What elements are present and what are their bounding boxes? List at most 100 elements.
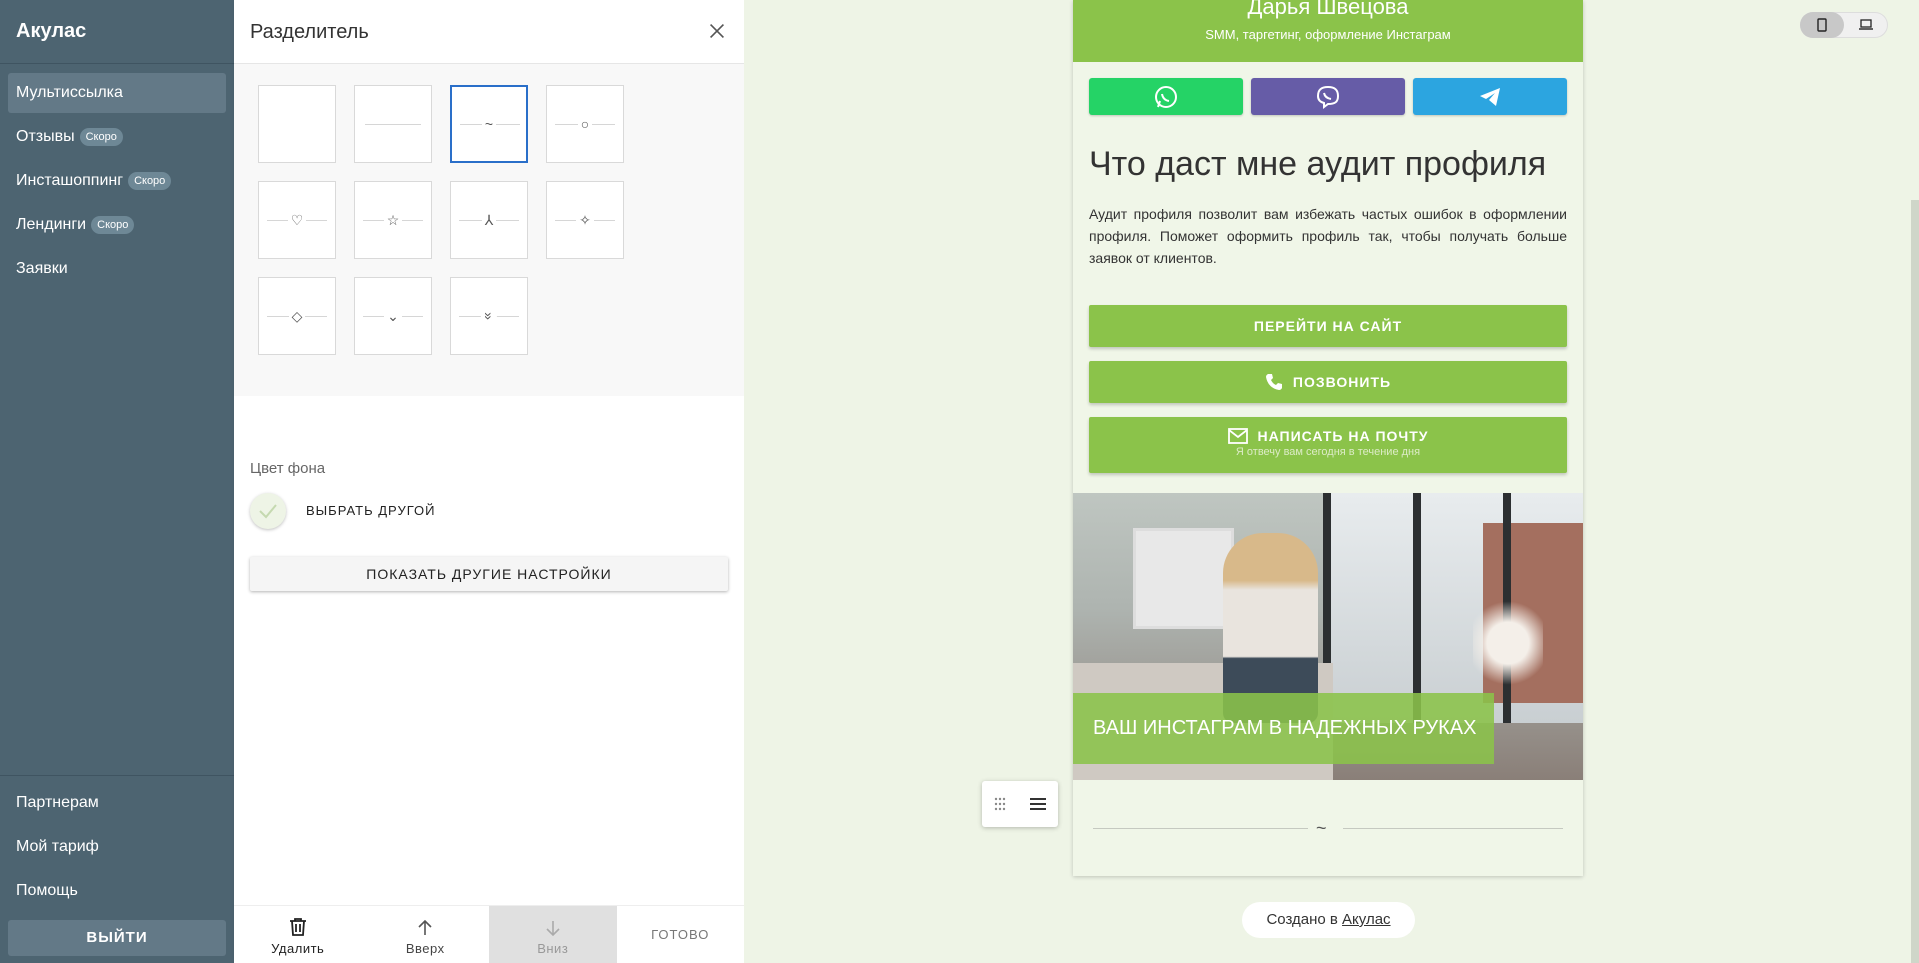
divider-symbol: ♡: [287, 211, 307, 229]
trash-icon: [289, 918, 306, 936]
photo-caption: ВАШ ИНСТАГРАМ В НАДЕЖНЫХ РУКАХ: [1073, 693, 1494, 764]
go-to-site-button[interactable]: ПЕРЕЙТИ НА САЙТ: [1089, 305, 1567, 347]
sidebar-item-tariff[interactable]: Мой тариф: [8, 827, 226, 867]
laptop-icon: [1859, 19, 1873, 30]
delete-button[interactable]: Удалить: [234, 906, 362, 963]
go-to-site-label: ПЕРЕЙТИ НА САЙТ: [1253, 318, 1403, 334]
sidebar-item-label: Лендинги: [16, 216, 87, 233]
hero-photo: ВАШ ИНСТАГРАМ В НАДЕЖНЫХ РУКАХ: [1073, 493, 1583, 780]
divider-option-arrow[interactable]: ⅄: [450, 181, 528, 259]
divider-symbol: ⌄: [384, 307, 402, 325]
sidebar-item-label: Партнерам: [16, 794, 99, 811]
phone-call-icon: [1265, 374, 1282, 390]
sidebar-item-help[interactable]: Помощь: [8, 871, 226, 911]
sidebar-nav: Мультиссылка Отзывы Скоро Инсташоппинг С…: [8, 73, 226, 293]
divider-style-grid: ~ ○ ♡ ☆ ⅄ ✧ ◇ ⌄ »: [234, 64, 744, 396]
block-toolbar: [982, 781, 1058, 827]
done-button[interactable]: ГОТОВО: [617, 906, 745, 963]
created-with-badge: Создано в Акулас: [1242, 902, 1415, 938]
telegram-button[interactable]: [1413, 78, 1567, 115]
soon-badge: Скоро: [91, 216, 135, 234]
preview-scrollbar[interactable]: [1911, 200, 1919, 963]
sidebar-item-landings[interactable]: Лендинги Скоро: [8, 205, 226, 245]
menu-icon[interactable]: [1029, 797, 1047, 811]
show-more-settings-button[interactable]: ПОКАЗАТЬ ДРУГИЕ НАСТРОЙКИ: [250, 557, 728, 591]
sidebar-item-label: Мой тариф: [16, 838, 99, 855]
close-icon[interactable]: [706, 20, 728, 42]
divider-symbol: ◇: [288, 307, 306, 325]
sidebar-divider: [0, 775, 234, 776]
divider-option-line[interactable]: [354, 85, 432, 163]
device-toggle: [1800, 12, 1888, 38]
sidebar-item-label: Инсташоппинг: [16, 172, 124, 189]
divider-option-double-chevron[interactable]: »: [450, 277, 528, 355]
created-link[interactable]: Акулас: [1342, 911, 1391, 928]
soon-badge: Скоро: [128, 172, 172, 190]
profile-subtitle: SMM, таргетинг, оформление Инстаграм: [1205, 27, 1451, 42]
sidebar-divider: [0, 63, 234, 64]
profile-header: Дарья Швецова SMM, таргетинг, оформление…: [1073, 0, 1583, 62]
email-label: НАПИСАТЬ НА ПОЧТУ: [1257, 428, 1429, 444]
move-up-label: Вверх: [405, 941, 445, 956]
email-button[interactable]: НАПИСАТЬ НА ПОЧТУ Я отвечу вам сегодня в…: [1089, 417, 1567, 473]
bg-color-swatch[interactable]: [250, 493, 286, 529]
email-sublabel: Я отвечу вам сегодня в течение дня: [1235, 446, 1421, 458]
viber-icon: [1316, 85, 1340, 109]
sidebar-item-requests[interactable]: Заявки: [8, 249, 226, 289]
call-button[interactable]: ПОЗВОНИТЬ: [1089, 361, 1567, 403]
divider-symbol: ○: [577, 116, 593, 132]
soon-badge: Скоро: [79, 128, 123, 146]
panel-header: Разделитель: [234, 0, 744, 64]
sidebar-bottom-nav: Партнерам Мой тариф Помощь: [8, 783, 226, 915]
divider-option-circle[interactable]: ○: [546, 85, 624, 163]
viber-button[interactable]: [1251, 78, 1405, 115]
section-heading: Что даст мне аудит профиля: [1089, 145, 1547, 183]
divider-preview[interactable]: ~: [1093, 818, 1563, 838]
divider-symbol: ☆: [383, 211, 403, 229]
whatsapp-button[interactable]: [1089, 78, 1243, 115]
arrow-up-icon: [418, 919, 432, 935]
divider-option-none[interactable]: [258, 85, 336, 163]
sidebar-item-label: Помощь: [16, 882, 78, 899]
bg-color-label: Цвет фона: [250, 460, 326, 477]
sidebar-item-label: Мультиссылка: [16, 84, 123, 101]
sidebar-item-label: Заявки: [16, 260, 68, 277]
sidebar-item-label: Отзывы: [16, 128, 75, 145]
delete-label: Удалить: [271, 941, 325, 956]
telegram-icon: [1480, 87, 1500, 106]
move-up-button[interactable]: Вверх: [362, 906, 490, 963]
divider-option-tilde[interactable]: ~: [450, 85, 528, 163]
logout-button[interactable]: ВЫЙТИ: [8, 920, 226, 956]
sidebar-item-partners[interactable]: Партнерам: [8, 783, 226, 823]
brand-logo[interactable]: Акулас: [16, 20, 86, 43]
call-label: ПОЗВОНИТЬ: [1292, 374, 1392, 390]
multilink-preview-card: Дарья Швецова SMM, таргетинг, оформление…: [1073, 0, 1583, 876]
divider-symbol: ✧: [576, 211, 594, 229]
profile-name: Дарья Швецова: [1247, 0, 1409, 19]
divider-preview-symbol: ~: [1316, 818, 1327, 838]
sidebar-item-multilink[interactable]: Мультиссылка: [8, 73, 226, 113]
desktop-view-button[interactable]: [1844, 12, 1888, 38]
divider-symbol: ~: [481, 116, 497, 132]
phone-icon: [1817, 18, 1827, 32]
created-prefix: Создано в: [1266, 911, 1338, 928]
mobile-view-button[interactable]: [1800, 12, 1844, 38]
drag-handle-icon[interactable]: [993, 796, 1007, 812]
move-down-button[interactable]: Вниз: [489, 906, 617, 963]
divider-option-heart[interactable]: ♡: [258, 181, 336, 259]
sidebar: Акулас Мультиссылка Отзывы Скоро Инсташо…: [0, 0, 234, 963]
divider-option-chevron[interactable]: ⌄: [354, 277, 432, 355]
sidebar-item-reviews[interactable]: Отзывы Скоро: [8, 117, 226, 157]
sidebar-item-instashopping[interactable]: Инсташоппинг Скоро: [8, 161, 226, 201]
divider-settings-panel: Разделитель ~ ○ ♡ ☆ ⅄ ✧ ◇ ⌄ » Цвет фона …: [234, 0, 744, 963]
divider-option-sparkle[interactable]: ✧: [546, 181, 624, 259]
divider-symbol: »: [480, 309, 497, 323]
divider-option-diamond[interactable]: ◇: [258, 277, 336, 355]
choose-other-color-button[interactable]: ВЫБРАТЬ ДРУГОЙ: [306, 503, 435, 518]
move-down-label: Вниз: [537, 941, 569, 956]
arrow-down-icon: [546, 921, 560, 937]
divider-option-star[interactable]: ☆: [354, 181, 432, 259]
divider-symbol: ⅄: [481, 211, 497, 229]
mail-icon: [1227, 428, 1248, 444]
whatsapp-icon: [1155, 85, 1177, 108]
